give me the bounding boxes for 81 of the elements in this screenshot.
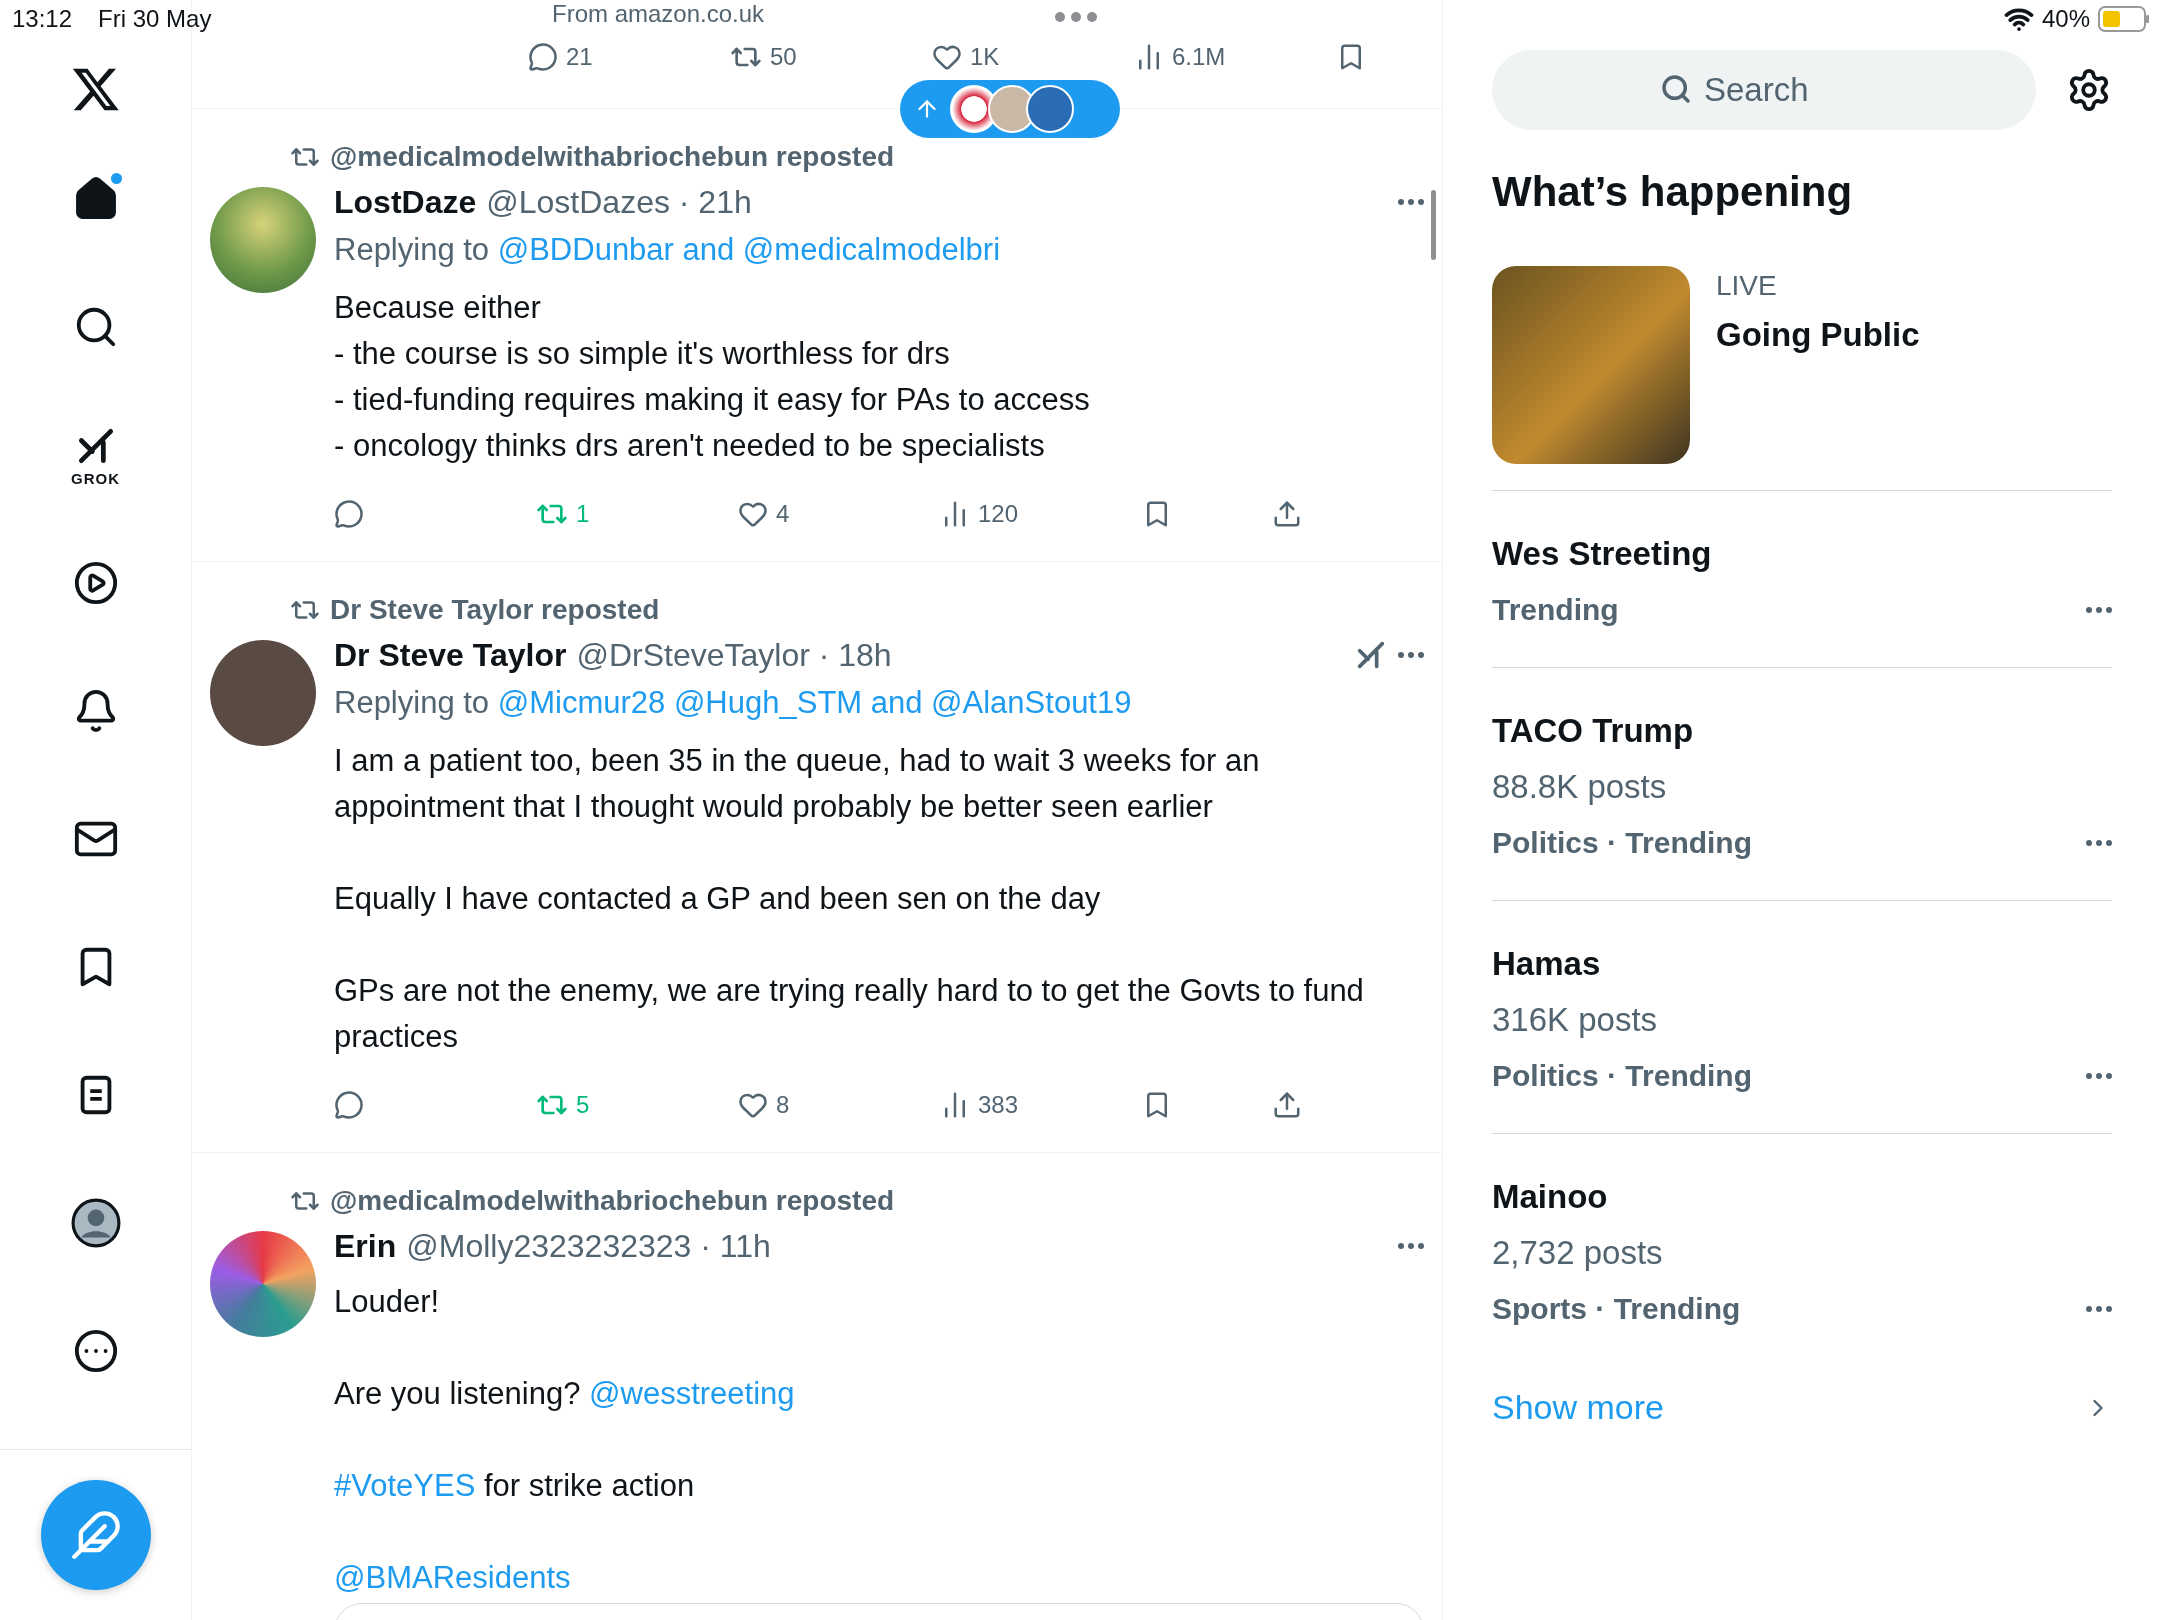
unread-dot	[110, 173, 122, 184]
trend-category: Politics · Trending	[1492, 1058, 1754, 1094]
more-icon	[72, 1328, 119, 1374]
feather-plus-icon	[69, 1509, 122, 1561]
reply-button[interactable]: 21	[528, 42, 593, 72]
status-time: 13:12	[12, 4, 73, 34]
search-field[interactable]: Search	[1492, 50, 2036, 130]
repost-label: @medicalmodelwithabriochebun reposted	[330, 1185, 895, 1217]
more-button[interactable]	[1398, 652, 1424, 658]
grok-nav-button[interactable]: GROK	[63, 425, 128, 485]
trend-name[interactable]: Wes Streeting	[1492, 531, 2086, 577]
more-button[interactable]	[1398, 1243, 1424, 1249]
ellipsis-icon	[2086, 607, 2112, 613]
post-text: Louder!	[334, 1283, 441, 1321]
more-button[interactable]	[1398, 199, 1424, 205]
trend-category: Politics · Trending	[1492, 825, 1754, 861]
battery-percent: 40%	[2041, 4, 2090, 34]
views-button[interactable]: 6.1M	[1134, 42, 1226, 72]
share-icon	[1272, 1090, 1302, 1120]
post-text: Equally I have contacted a GP and been sen on the day	[334, 880, 1102, 918]
like-button[interactable]: 4	[738, 499, 790, 529]
author-name[interactable]: Erin	[334, 1227, 397, 1265]
post-source: From amazon.co.uk	[552, 0, 765, 28]
speech-bubble-icon	[528, 42, 558, 72]
live-title[interactable]: Going Public	[1716, 316, 1920, 354]
trend-category: Sports · Trending	[1492, 1291, 1742, 1327]
ellipsis-icon	[2086, 1306, 2112, 1312]
ellipsis-icon	[1398, 199, 1424, 205]
views-button[interactable]: 120	[940, 499, 1019, 529]
battery-icon	[2098, 6, 2150, 32]
more-button[interactable]	[2086, 840, 2112, 846]
post-text: I am a patient too, been 35 in the queue, had to wait 3 weeks for an appointment that I thought would probably be better seen earlier	[334, 742, 1261, 826]
author-name[interactable]: LostDaze	[334, 183, 477, 221]
avatar-icon	[70, 1198, 121, 1248]
more-button[interactable]	[2086, 607, 2112, 613]
repost-button[interactable]: 50	[730, 41, 797, 73]
author-handle: @LostDazes · 21h	[486, 183, 753, 221]
replying-to-text: Replying to @BDDunbar and @medicalmodelbri	[334, 231, 1002, 269]
post-text: GPs are not the enemy, we are trying really hard to to get the Govts to fund practices	[334, 972, 1365, 1056]
more-button[interactable]	[2086, 1306, 2112, 1312]
reply-button[interactable]	[334, 499, 364, 529]
ellipsis-icon	[1398, 1243, 1424, 1249]
replying-to-text: Replying to @Micmur28 @Hugh_STM and @AlanStout19	[334, 684, 1133, 722]
views-button[interactable]: 383	[940, 1090, 1019, 1120]
search-icon	[1660, 73, 1692, 105]
reply-button[interactable]	[334, 1090, 364, 1120]
live-label: LIVE	[1716, 270, 1778, 302]
ellipsis-icon	[2086, 1073, 2112, 1079]
play-icon	[72, 560, 119, 606]
trend-name[interactable]: Mainoo	[1492, 1174, 2086, 1220]
new-posts-pill[interactable]	[900, 80, 1120, 138]
status-date: Fri 30 May	[98, 4, 212, 34]
like-button[interactable]: 1K	[932, 42, 1000, 72]
like-button[interactable]: 8	[738, 1090, 790, 1120]
share-icon	[1272, 499, 1302, 529]
ellipsis-icon	[2086, 840, 2112, 846]
speech-bubble-icon	[334, 499, 364, 529]
trend-post-count: 316K posts	[1492, 1000, 1659, 1040]
repost-label: Dr Steve Taylor reposted	[330, 594, 660, 626]
trend-post-count: 88.8K posts	[1492, 767, 1668, 807]
speech-bubble-icon	[334, 1090, 364, 1120]
post-text: Because either - the course is so simple it's worthless for drs - tied-funding requires making it easy for PAs to access - oncology thinks drs aren't needed to be specialists	[334, 289, 1091, 465]
trend-category: Trending	[1492, 592, 1620, 628]
share-button[interactable]	[1272, 499, 1302, 529]
more-button[interactable]	[2086, 1073, 2112, 1079]
section-heading: What’s happening	[1492, 167, 1854, 217]
post-text: Are you listening? @wesstreeting	[334, 1375, 796, 1413]
ellipsis-icon	[1398, 652, 1424, 658]
trend-name[interactable]: Hamas	[1492, 941, 2086, 987]
photo-placeholder[interactable]	[1492, 266, 1690, 464]
repost-label: @medicalmodelwithabriochebun reposted	[330, 141, 895, 173]
author-name[interactable]: Dr Steve Taylor	[334, 636, 567, 674]
compose-button[interactable]	[40, 1480, 151, 1590]
multitasking-dots-icon[interactable]	[1055, 12, 1097, 22]
trend-post-count: 2,732 posts	[1492, 1233, 1664, 1273]
trend-name[interactable]: TACO Trump	[1492, 708, 2086, 754]
author-handle: @DrSteveTaylor · 18h	[576, 636, 893, 674]
scrollbar-thumb[interactable]	[1431, 190, 1436, 260]
share-button[interactable]	[1272, 1090, 1302, 1120]
post-text: #VoteYES for strike action	[334, 1467, 696, 1505]
author-handle: @Molly2323232323 · 11h	[406, 1227, 772, 1265]
